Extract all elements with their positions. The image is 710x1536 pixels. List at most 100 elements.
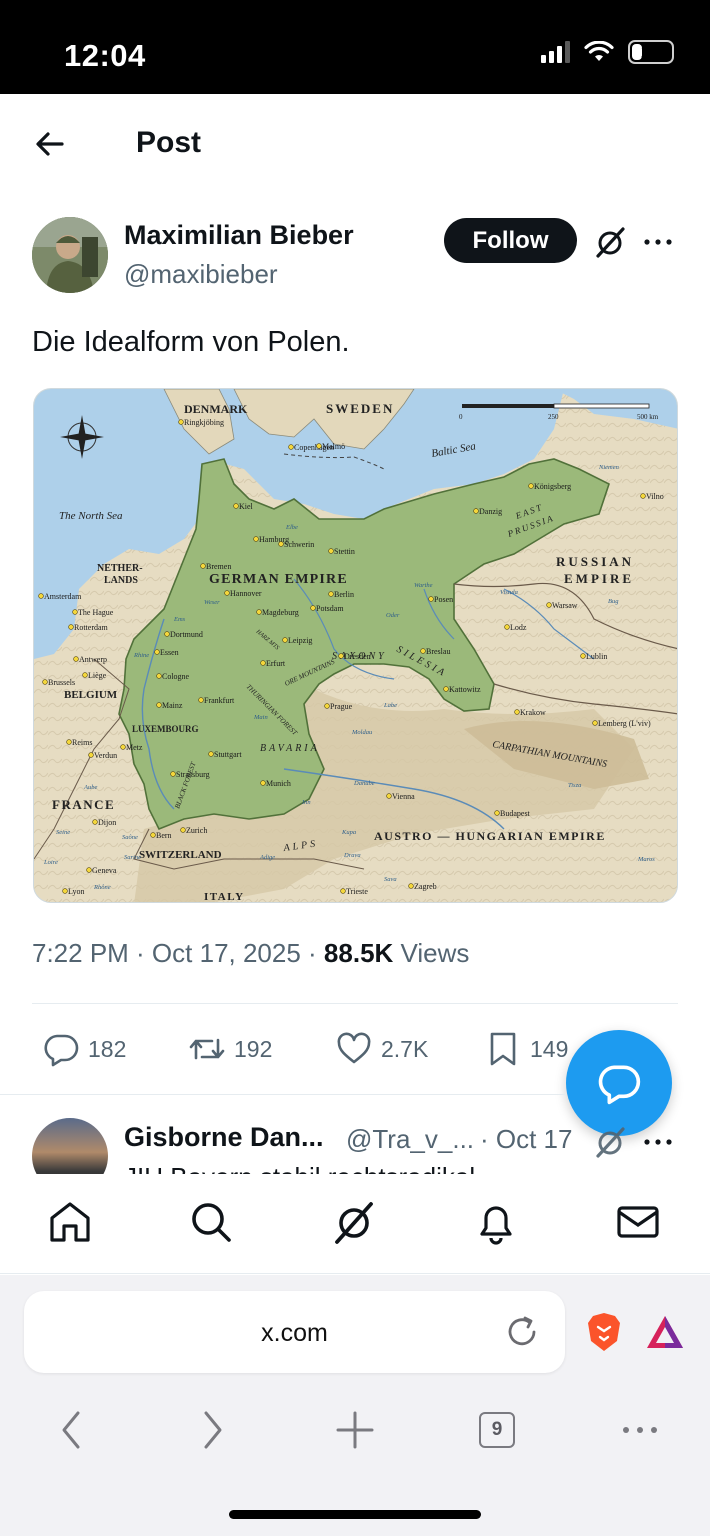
- city-marker: [68, 624, 74, 630]
- city-label: Trieste: [346, 887, 368, 896]
- city-marker: [260, 660, 266, 666]
- city-marker: [164, 631, 170, 637]
- author-name[interactable]: Maximilian Bieber: [124, 220, 354, 251]
- like-button[interactable]: 2.7K: [335, 1030, 428, 1068]
- brave-shields-icon[interactable]: [585, 1311, 623, 1353]
- divider: [0, 1094, 566, 1095]
- bookmark-icon: [490, 1032, 516, 1066]
- city-marker: [180, 827, 186, 833]
- compose-reply-button[interactable]: [566, 1030, 672, 1136]
- city-marker: [156, 702, 162, 708]
- city-label: Prague: [330, 702, 353, 711]
- post-timestamp[interactable]: 7:22 PM · Oct 17, 2025 ·: [32, 938, 324, 968]
- tab-switcher-button[interactable]: 9: [479, 1412, 515, 1448]
- author-avatar[interactable]: [32, 217, 108, 293]
- notifications-bell-icon[interactable]: [472, 1198, 520, 1246]
- home-indicator: [229, 1510, 481, 1519]
- url-text: x.com: [261, 1319, 328, 1347]
- status-bar: 12:04 27: [0, 0, 710, 94]
- brave-rewards-icon[interactable]: [645, 1313, 685, 1351]
- river-label: Labe: [383, 702, 397, 709]
- page-title: Post: [136, 126, 202, 159]
- views-count: 88.5K: [323, 938, 394, 968]
- search-icon[interactable]: [187, 1198, 235, 1246]
- more-options-icon[interactable]: [640, 224, 676, 260]
- river-label: Seine: [56, 829, 70, 836]
- city-label: Königsberg: [534, 482, 571, 491]
- repost-count: 192: [234, 1035, 273, 1062]
- city-label: Stettin: [334, 547, 355, 556]
- city-label: Posen: [434, 595, 453, 604]
- city-marker: [340, 888, 346, 894]
- city-label: Kattowitz: [449, 685, 481, 694]
- city-label: Vilno: [646, 492, 664, 501]
- messages-envelope-icon[interactable]: [614, 1198, 662, 1246]
- river-label: Kupa: [341, 829, 356, 836]
- city-marker: [156, 673, 162, 679]
- follow-button[interactable]: Follow: [444, 218, 577, 263]
- river-label: Elbe: [285, 524, 298, 531]
- new-tab-plus-icon[interactable]: [335, 1409, 375, 1451]
- label-german-empire: GERMAN EMPIRE: [209, 572, 348, 587]
- browser-toolbar: x.com 9: [0, 1275, 710, 1536]
- city-marker: [72, 609, 78, 615]
- menu-more-icon[interactable]: [620, 1409, 660, 1451]
- author-handle[interactable]: @maxibieber: [124, 259, 278, 290]
- status-time: 12:04: [64, 38, 146, 73]
- city-marker: [386, 793, 392, 799]
- address-bar[interactable]: x.com: [24, 1291, 565, 1373]
- city-marker: [514, 709, 520, 715]
- label-luxembourg: LUXEMBOURG: [132, 724, 199, 734]
- status-icons: 27: [541, 40, 674, 64]
- city-marker: [170, 771, 176, 777]
- city-marker: [504, 624, 510, 630]
- reply-author-handle[interactable]: @Tra_v_...: [346, 1124, 474, 1155]
- city-label: Potsdam: [316, 604, 344, 613]
- city-marker: [428, 596, 434, 602]
- city-marker: [494, 810, 500, 816]
- label-netherlands-1: NETHER-: [97, 563, 143, 574]
- city-label: Liège: [88, 671, 107, 680]
- label-belgium: BELGIUM: [64, 689, 118, 701]
- label-north-sea: The North Sea: [59, 510, 123, 522]
- post-map-image[interactable]: 0 250 500 km DENMARK SWEDEN The North Se…: [33, 388, 678, 903]
- city-label: Munich: [266, 779, 291, 788]
- grok-icon[interactable]: [592, 1124, 628, 1160]
- bookmark-count: 149: [530, 1035, 569, 1062]
- repost-button[interactable]: 192: [188, 1030, 272, 1068]
- home-icon[interactable]: [46, 1198, 94, 1246]
- bookmark-button[interactable]: 149: [484, 1030, 568, 1068]
- city-marker: [420, 648, 426, 654]
- forward-icon[interactable]: [192, 1409, 232, 1451]
- label-denmark: DENMARK: [184, 402, 248, 416]
- scale-label-0: 0: [459, 413, 463, 421]
- label-netherlands-2: LANDS: [104, 575, 138, 586]
- city-label: Mainz: [162, 701, 183, 710]
- back-icon[interactable]: [52, 1409, 92, 1451]
- reload-icon[interactable]: [503, 1313, 541, 1351]
- more-options-icon[interactable]: [640, 1124, 676, 1160]
- river-label: Warthe: [414, 582, 433, 589]
- city-label: Metz: [126, 743, 143, 752]
- city-label: Stuttgart: [214, 750, 242, 759]
- city-marker: [640, 493, 646, 499]
- city-label: Malmö: [322, 442, 345, 451]
- city-label: Magdeburg: [262, 608, 299, 617]
- grok-icon[interactable]: [592, 224, 628, 260]
- label-bavaria: BAVARIA: [260, 743, 320, 754]
- label-france: FRANCE: [52, 797, 115, 812]
- city-label: Rotterdam: [74, 623, 109, 632]
- reply-button[interactable]: 182: [42, 1030, 126, 1068]
- city-label: Lodz: [510, 623, 527, 632]
- river-label: Sava: [384, 876, 397, 883]
- back-arrow-icon[interactable]: [30, 124, 70, 164]
- city-label: Erfurt: [266, 659, 286, 668]
- reply-author-name[interactable]: Gisborne Dan...: [124, 1122, 324, 1153]
- city-marker: [310, 605, 316, 611]
- city-label: Zagreb: [414, 882, 437, 891]
- grok-tab-icon[interactable]: [330, 1198, 378, 1246]
- river-label: Drava: [343, 852, 361, 859]
- wifi-icon: [584, 41, 614, 61]
- city-marker: [282, 637, 288, 643]
- battery-icon: 27: [628, 40, 674, 64]
